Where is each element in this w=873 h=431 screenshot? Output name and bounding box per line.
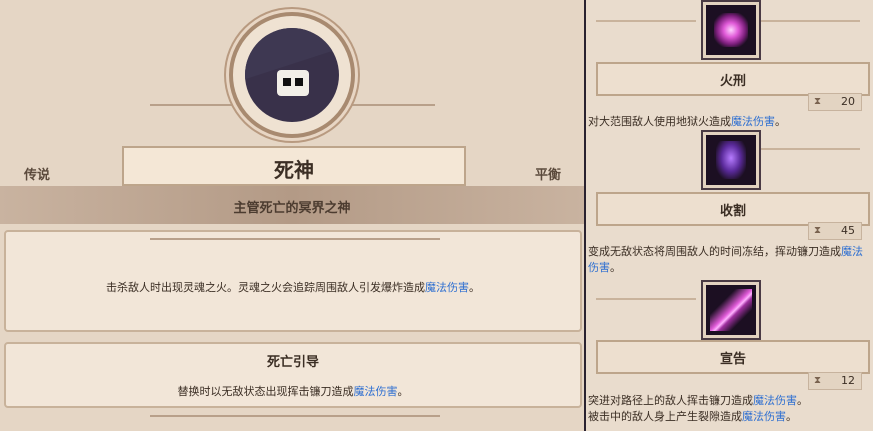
swap-skill-title: 死亡引导 xyxy=(266,355,319,370)
skill-name: 收割 xyxy=(719,204,746,219)
skill-name: 宣告 xyxy=(719,352,746,367)
hero-portrait xyxy=(229,12,355,138)
hero-detail-panel: 传说 平衡 死神 主管死亡的冥界之神 击杀敌人时出现灵魂之火。灵魂之火会追踪周围… xyxy=(0,0,584,431)
skill-name: 火刑 xyxy=(719,74,746,89)
hourglass-icon: ⧗ xyxy=(814,375,822,386)
frame-pipe xyxy=(760,148,860,150)
skill-description: 变成无敌状态将周围敌人的时间冻结，挥动镰刀造成魔法伤害。 xyxy=(588,245,863,274)
hero-name: 死神 xyxy=(274,158,314,182)
skill-description: 突进对路径上的敌人挥击镰刀造成魔法伤害。 被击中的敌人身上产生裂隙造成魔法伤害。 xyxy=(588,394,808,423)
cooldown-box: ⧗ 12 xyxy=(808,372,862,390)
hourglass-icon: ⧗ xyxy=(814,96,822,107)
magic-damage-keyword[interactable]: 魔法伤害 xyxy=(425,281,469,294)
swap-skill-card: 死亡引导 替换时以无敌状态出现挥击镰刀造成魔法伤害。 xyxy=(4,342,582,408)
passive-description: 击杀敌人时出现灵魂之火。灵魂之火会追踪周围敌人引发爆炸造成魔法伤害。 xyxy=(106,281,480,294)
reaper-face xyxy=(277,70,309,96)
bottom-ornament xyxy=(150,415,440,417)
reaper-avatar xyxy=(245,28,339,122)
card-ornament xyxy=(150,238,440,240)
magic-damage-keyword[interactable]: 魔法伤害 xyxy=(354,385,398,398)
rarity-label: 传说 xyxy=(24,168,51,183)
hourglass-icon: ⧗ xyxy=(814,225,822,236)
ornament-line-right xyxy=(345,104,435,106)
cooldown-value: 20 xyxy=(841,95,855,108)
reaper-eye-right xyxy=(295,78,303,86)
skill-description: 对大范围敌人使用地狱火造成魔法伤害。 xyxy=(588,115,786,128)
hero-subtitle: 主管死亡的冥界之神 xyxy=(233,201,351,216)
hellfire-skill-icon[interactable] xyxy=(703,2,759,58)
hero-type-label: 平衡 xyxy=(535,168,562,183)
skill-name-banner: 宣告 xyxy=(596,340,870,374)
cooldown-value: 12 xyxy=(841,374,855,387)
frame-pipe xyxy=(760,20,860,22)
declaration-skill-icon[interactable] xyxy=(703,282,759,338)
cooldown-value: 45 xyxy=(841,224,855,237)
reaper-eye-left xyxy=(283,78,291,86)
swap-skill-description: 替换时以无敌状态出现挥击镰刀造成魔法伤害。 xyxy=(177,385,409,398)
cooldown-box: ⧗ 20 xyxy=(808,93,862,111)
magic-damage-keyword[interactable]: 魔法伤害 xyxy=(731,115,775,128)
hero-name-banner: 死神 xyxy=(122,146,466,186)
skill-name-banner: 收割 xyxy=(596,192,870,226)
frame-pipe xyxy=(596,20,696,22)
passive-card: 击杀敌人时出现灵魂之火。灵魂之火会追踪周围敌人引发爆炸造成魔法伤害。 xyxy=(4,230,582,332)
magic-damage-keyword[interactable]: 魔法伤害 xyxy=(753,394,797,407)
harvest-skill-icon[interactable] xyxy=(703,132,759,188)
cooldown-box: ⧗ 45 xyxy=(808,222,862,240)
subtitle-bar: 主管死亡的冥界之神 xyxy=(0,186,584,224)
frame-pipe xyxy=(596,298,696,300)
magic-damage-keyword[interactable]: 魔法伤害 xyxy=(742,410,786,423)
ornament-line-left xyxy=(150,104,240,106)
skill-name-banner: 火刑 xyxy=(596,62,870,96)
